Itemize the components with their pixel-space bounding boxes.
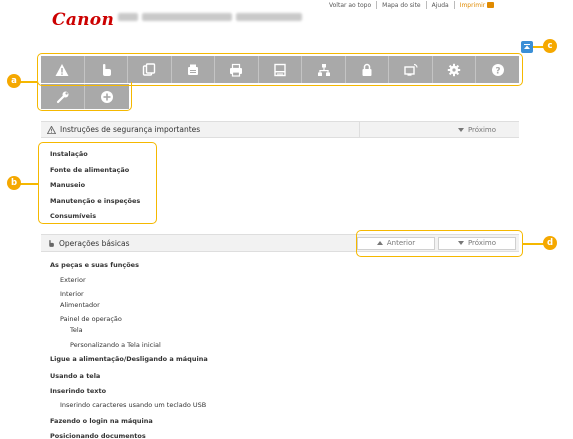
list-item[interactable]: Painel de operação — [60, 315, 122, 323]
list-item[interactable]: Tela — [70, 326, 83, 334]
blurred-text — [236, 13, 302, 21]
callout-line — [523, 243, 545, 245]
callout-line — [20, 183, 38, 185]
list-item[interactable]: Fazendo o login na máquina — [50, 417, 153, 425]
next-label: Próximo — [467, 125, 497, 134]
nav-help[interactable]: Ajuda — [432, 2, 449, 9]
canon-logo[interactable]: Canon — [52, 10, 114, 30]
list-item[interactable]: As peças e suas funções — [50, 261, 139, 269]
callout-line — [20, 81, 37, 83]
list-item[interactable]: Usando a tela — [50, 372, 100, 380]
list-item[interactable]: Posicionando documentos — [50, 432, 146, 439]
list-item[interactable]: Personalizando a Tela inicial — [70, 341, 161, 349]
callout-c: c — [543, 39, 557, 53]
nav-print[interactable]: Imprimir — [460, 2, 495, 9]
highlight-toolbar-row2 — [37, 82, 132, 111]
section-title-text: Operações básicas — [59, 238, 130, 248]
blurred-text — [118, 13, 138, 21]
arrow-up-icon — [524, 44, 530, 49]
highlight-safety-links — [38, 142, 157, 224]
hand-icon — [49, 239, 54, 247]
chevron-down-icon — [457, 127, 464, 132]
highlight-nav-buttons — [356, 230, 523, 257]
next-button[interactable]: Próximo — [438, 123, 516, 136]
top-nav: Voltar ao topo Mapa do site Ajuda Imprim… — [329, 0, 495, 10]
list-item[interactable]: Interior — [60, 290, 84, 298]
warning-icon — [47, 125, 56, 134]
callout-d: d — [543, 236, 557, 250]
list-item[interactable]: Inserindo texto — [50, 387, 106, 395]
section-title: Operações básicas — [41, 239, 357, 248]
nav-site-map[interactable]: Mapa do site — [382, 2, 420, 9]
print-label: Imprimir — [459, 1, 486, 9]
nav-back-to-top[interactable]: Voltar ao topo — [329, 2, 371, 9]
list-item[interactable]: Exterior — [60, 276, 86, 284]
blurred-text — [142, 13, 232, 21]
list-item[interactable]: Alimentador — [60, 301, 100, 309]
list-item[interactable]: Inserindo caracteres usando um teclado U… — [60, 401, 206, 409]
back-to-top-button[interactable] — [521, 41, 533, 53]
callout-a: a — [7, 74, 21, 88]
list-item[interactable]: Ligue a alimentação/Desligando a máquina — [50, 355, 208, 363]
section-title-text: Instruções de segurança importantes — [60, 125, 201, 134]
section-title: Instruções de segurança importantes — [41, 125, 359, 134]
callout-b: b — [7, 176, 21, 190]
printer-icon — [487, 2, 495, 8]
section-header-safety: Instruções de segurança importantes Próx… — [41, 121, 519, 138]
